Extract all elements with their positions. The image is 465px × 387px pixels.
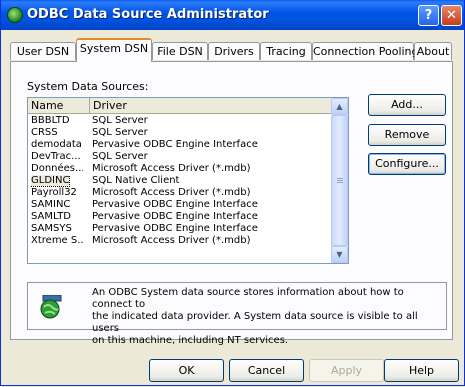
dsn-driver: Microsoft Access Driver (*.mdb) bbox=[92, 163, 251, 174]
tab-connection-pooling[interactable]: Connection Pooling bbox=[312, 42, 419, 60]
dsn-driver: Microsoft Access Driver (*.mdb) bbox=[92, 187, 251, 198]
dsn-driver: Microsoft Access Driver (*.mdb) bbox=[92, 235, 251, 246]
column-header-driver[interactable]: Driver bbox=[90, 98, 332, 114]
dsn-name: Données... bbox=[31, 163, 83, 174]
list-header: Name Driver bbox=[28, 98, 332, 114]
dsn-name: DevTrac... bbox=[31, 151, 81, 162]
info-line: An ODBC System data source stores inform… bbox=[92, 287, 404, 310]
dsn-name: SAMSYS bbox=[31, 223, 72, 234]
odbc-admin-window: ODBC Data Source Administrator ? ✕ User … bbox=[0, 0, 465, 386]
system-dsn-globe-icon bbox=[40, 295, 62, 319]
window-title: ODBC Data Source Administrator bbox=[27, 7, 269, 22]
dsn-driver: Pervasive ODBC Engine Interface bbox=[92, 223, 258, 234]
info-box: An ODBC System data source stores inform… bbox=[27, 282, 447, 346]
tab-file-dsn[interactable]: File DSN bbox=[152, 42, 208, 60]
dsn-driver: Pervasive ODBC Engine Interface bbox=[92, 199, 258, 210]
remove-button[interactable]: Remove bbox=[368, 124, 446, 146]
cancel-button[interactable]: Cancel bbox=[229, 359, 304, 382]
dsn-name: SAMLTD bbox=[31, 211, 72, 222]
help-title-button[interactable]: ? bbox=[418, 5, 439, 26]
dsn-name: Xtreme S... bbox=[31, 235, 83, 246]
list-item[interactable]: demodata Pervasive ODBC Engine Interface bbox=[28, 139, 332, 151]
info-line: the indicated data provider. A System da… bbox=[92, 311, 418, 334]
list-item[interactable]: BBBLTD SQL Server bbox=[28, 115, 332, 127]
scroll-down-icon[interactable]: ▼ bbox=[331, 246, 348, 263]
dsn-name: BBBLTD bbox=[31, 115, 70, 126]
dsn-name-cell: GLDINC bbox=[31, 175, 83, 187]
tab-drivers[interactable]: Drivers bbox=[208, 42, 260, 60]
dsn-driver: Pervasive ODBC Engine Interface bbox=[92, 211, 258, 222]
dsn-name: demodata bbox=[31, 139, 82, 150]
info-text: An ODBC System data source stores inform… bbox=[92, 287, 442, 347]
list-item[interactable]: DevTrac... SQL Server bbox=[28, 151, 332, 163]
column-header-name[interactable]: Name bbox=[28, 98, 90, 114]
tab-tracing[interactable]: Tracing bbox=[260, 42, 312, 60]
scroll-up-icon[interactable]: ▲ bbox=[331, 98, 348, 115]
help-button[interactable]: Help bbox=[384, 359, 459, 382]
tab-user-dsn[interactable]: User DSN bbox=[10, 42, 76, 60]
dsn-driver: SQL Native Client bbox=[92, 175, 180, 186]
dsn-driver: Pervasive ODBC Engine Interface bbox=[92, 139, 258, 150]
tab-about[interactable]: About bbox=[414, 42, 452, 60]
dsn-name: Payroll32 bbox=[31, 187, 77, 198]
dsn-driver: SQL Server bbox=[92, 115, 148, 126]
dsn-driver: SQL Server bbox=[92, 151, 148, 162]
ok-button[interactable]: OK bbox=[149, 359, 224, 382]
add-button[interactable]: Add... bbox=[368, 94, 446, 116]
close-button[interactable]: ✕ bbox=[441, 5, 462, 26]
list-item[interactable]: SAMLTD Pervasive ODBC Engine Interface bbox=[28, 211, 332, 223]
odbc-globe-icon bbox=[7, 7, 23, 23]
dsn-name: GLDINC bbox=[31, 175, 71, 187]
list-item[interactable]: Données... Microsoft Access Driver (*.mdb… bbox=[28, 163, 332, 175]
scroll-thumb[interactable] bbox=[331, 115, 348, 246]
grip-icon bbox=[337, 178, 343, 179]
list-item[interactable]: CRSS SQL Server bbox=[28, 127, 332, 139]
list-item[interactable]: Payroll32 Microsoft Access Driver (*.mdb) bbox=[28, 187, 332, 199]
list-item[interactable]: Xtreme S... Microsoft Access Driver (*.md… bbox=[28, 235, 332, 247]
title-bar[interactable]: ODBC Data Source Administrator ? ✕ bbox=[1, 0, 464, 30]
vertical-scrollbar[interactable]: ▲ ▼ bbox=[331, 98, 348, 263]
configure-button[interactable]: Configure... bbox=[368, 153, 446, 175]
info-line: on this machine, including NT services. bbox=[92, 335, 289, 346]
dsn-name: SAMINC bbox=[31, 199, 71, 210]
dsn-driver: SQL Server bbox=[92, 127, 148, 138]
tab-system-dsn[interactable]: System DSN bbox=[76, 38, 152, 62]
list-item-selected[interactable]: GLDINC SQL Native Client bbox=[28, 175, 332, 187]
data-source-list[interactable]: Name Driver BBBLTD SQL Server CRSS SQL Ser… bbox=[27, 97, 349, 264]
system-data-sources-label: System Data Sources: bbox=[27, 80, 149, 93]
apply-button[interactable]: Apply bbox=[309, 359, 384, 382]
list-item[interactable]: SAMSYS Pervasive ODBC Engine Interface bbox=[28, 223, 332, 235]
dsn-name: CRSS bbox=[31, 127, 58, 138]
list-item[interactable]: SAMINC Pervasive ODBC Engine Interface bbox=[28, 199, 332, 211]
